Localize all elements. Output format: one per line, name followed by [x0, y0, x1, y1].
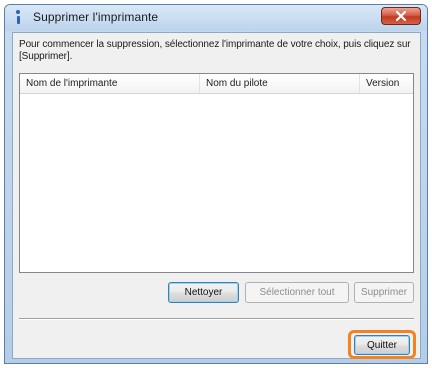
quit-button[interactable]: Quitter [354, 335, 410, 355]
title-bar[interactable]: Supprimer l'imprimante [5, 5, 427, 31]
column-header-driver-name[interactable]: Nom du pilote [200, 74, 360, 93]
dialog-body: Pour commencer la suppression, sélection… [12, 32, 421, 359]
info-icon [13, 10, 23, 25]
delete-printer-dialog: Supprimer l'imprimante Pour commencer la… [4, 4, 428, 364]
delete-button[interactable]: Supprimer [354, 282, 414, 303]
action-buttons: Nettoyer Sélectionner tout Supprimer [13, 282, 420, 306]
printer-list[interactable]: Nom de l'imprimante Nom du pilote Versio… [19, 73, 414, 273]
close-icon [395, 11, 407, 21]
select-all-button[interactable]: Sélectionner tout [245, 282, 349, 303]
close-button[interactable] [381, 7, 421, 25]
instruction-text: Pour commencer la suppression, sélection… [19, 39, 411, 62]
column-header-printer-name[interactable]: Nom de l'imprimante [20, 74, 200, 93]
list-header: Nom de l'imprimante Nom du pilote Versio… [20, 74, 413, 94]
window-title: Supprimer l'imprimante [33, 10, 159, 24]
column-header-version[interactable]: Version [360, 74, 413, 93]
separator [19, 318, 414, 320]
clean-button[interactable]: Nettoyer [168, 282, 239, 303]
